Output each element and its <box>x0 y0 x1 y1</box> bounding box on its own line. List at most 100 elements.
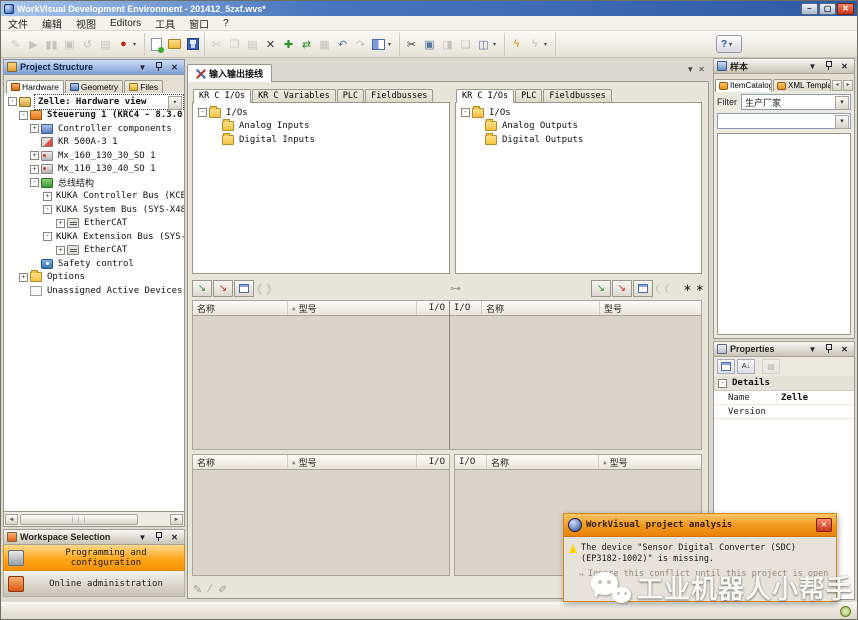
pin-icon[interactable] <box>822 343 835 355</box>
panel-menu-icon[interactable]: ▼ <box>806 60 819 72</box>
layout-columns-button[interactable] <box>370 36 387 53</box>
tree-item[interactable]: +EtherCAT <box>4 217 184 231</box>
group-overflow-icon[interactable]: ▾ <box>493 41 501 48</box>
tree-item[interactable]: -I/Os <box>456 106 701 120</box>
delete-icon[interactable]: ✕ <box>262 36 279 53</box>
expand-icon[interactable]: + <box>56 246 65 255</box>
io-table-top-left[interactable]: 名称 型号 I/O <box>192 300 450 450</box>
open-project-button[interactable] <box>166 36 183 53</box>
scroll-left-icon[interactable]: ◄ <box>5 514 18 525</box>
slash-icon[interactable]: ∕ <box>209 583 211 595</box>
close-button[interactable]: ✕ <box>837 3 854 15</box>
property-row[interactable]: Name Zelle <box>714 391 854 405</box>
menu-window[interactable]: 窗口 <box>182 16 216 30</box>
new-file-button[interactable] <box>148 36 165 53</box>
tab-fieldbusses-right[interactable]: Fieldbusses <box>543 89 611 102</box>
io-table-bottom-left[interactable]: 名称 型号 I/O <box>192 454 450 576</box>
column-type[interactable]: 型号 <box>599 455 701 469</box>
tab-scroll-left-icon[interactable]: ◂ <box>832 80 842 91</box>
collapse-icon[interactable]: - <box>198 108 207 117</box>
disconnect-icon[interactable]: ↘ <box>612 280 632 297</box>
manufacturer-filter-select[interactable]: 生产厂家 <box>741 94 851 110</box>
scrollbar-thumb[interactable]: ❘❘❘ <box>20 514 138 525</box>
signal-icon[interactable]: ❨❨ <box>654 282 672 295</box>
redo-button[interactable]: ↷ <box>352 36 369 53</box>
edit-icon[interactable]: ✎ <box>193 583 202 596</box>
table-view-icon[interactable] <box>234 280 254 297</box>
tree-item[interactable]: Digital Outputs <box>456 133 701 147</box>
alphabetical-sort-icon[interactable]: A↓ <box>737 359 755 374</box>
pin-icon[interactable] <box>152 531 165 543</box>
categorized-view-icon[interactable] <box>717 359 735 374</box>
pause-icon[interactable]: ▮▮ <box>43 36 60 53</box>
tree-item[interactable]: +KUKA Controller Bus (KCB) <box>4 190 184 204</box>
menu-file[interactable]: 文件 <box>1 16 35 30</box>
catalog-list[interactable] <box>717 133 851 335</box>
popup-title-bar[interactable]: WorkVisual project analysis ✕ <box>564 514 836 537</box>
workspace-selection-header[interactable]: Workspace Selection ▼ ✕ <box>3 529 185 545</box>
scroll-right-icon[interactable]: ► <box>170 514 183 525</box>
tree-item[interactable]: Analog Outputs <box>456 120 701 134</box>
column-name[interactable]: 名称 <box>193 455 288 469</box>
table-body[interactable] <box>193 470 449 575</box>
tree-item[interactable]: -KUKA Extension Bus (SYS-X44) <box>4 230 184 244</box>
menu-edit[interactable]: 编辑 <box>35 16 69 30</box>
disconnect-icon[interactable]: ↘ <box>213 280 233 297</box>
tree-item[interactable]: +EtherCAT <box>4 244 184 258</box>
tree-item[interactable]: Safety control <box>4 257 184 271</box>
pen-icon[interactable]: ✎ <box>7 36 24 53</box>
tab-scroll-right-icon[interactable]: ▸ <box>843 80 853 91</box>
table-body[interactable] <box>193 316 449 449</box>
expand-icon[interactable]: + <box>30 151 39 160</box>
property-value[interactable]: Zelle <box>776 393 854 403</box>
panel-menu-icon[interactable]: ▼ <box>806 343 819 355</box>
menu-view[interactable]: 视图 <box>69 16 103 30</box>
tree-item[interactable]: +Mx_160_130_30_SO 1 <box>4 149 184 163</box>
tab-files[interactable]: Files <box>124 80 163 93</box>
column-io[interactable]: I/O <box>455 455 487 469</box>
panel-menu-icon[interactable]: ▼ <box>136 61 149 73</box>
panel-menu-icon[interactable]: ▼ <box>136 531 149 543</box>
deploy-overflow-icon[interactable]: ▾ <box>544 41 552 48</box>
pin-icon[interactable] <box>822 60 835 72</box>
workspace-item-programming[interactable]: Programming and configuration <box>3 545 185 571</box>
tab-xml-templates[interactable]: XML Templat <box>773 79 831 91</box>
refresh-icon[interactable]: ↺ <box>79 36 96 53</box>
collapse-icon[interactable]: - <box>30 178 39 187</box>
copy-icon[interactable]: ❐ <box>226 36 243 53</box>
connect-icon[interactable]: ↘ <box>591 280 611 297</box>
tree-item[interactable]: -总线结构 <box>4 176 184 190</box>
paste-icon[interactable]: ▤ <box>244 36 261 53</box>
doc-menu-icon[interactable]: ▼ <box>686 65 694 74</box>
tab-krc-variables[interactable]: KR C Variables <box>252 89 336 102</box>
swap-icon[interactable]: ⇄ <box>298 36 315 53</box>
column-type[interactable]: 型号 <box>288 301 417 315</box>
maximize-button[interactable]: ▢ <box>819 3 836 15</box>
lock-icon[interactable]: ▣ <box>421 36 438 53</box>
tree-item[interactable]: -Steuerung 1 (KRC4 - 8.3.0) : Acti <box>4 109 184 123</box>
tab-fieldbusses-left[interactable]: Fieldbusses <box>365 89 433 102</box>
popup-close-button[interactable]: ✕ <box>816 518 832 532</box>
connect-icon[interactable]: ↘ <box>192 280 212 297</box>
column-type[interactable]: 型号 <box>600 301 701 315</box>
collapse-icon[interactable]: - <box>43 232 52 241</box>
tree-item[interactable]: Digital Inputs <box>193 133 449 147</box>
tree-item[interactable]: Unassigned Active Devices <box>4 284 184 298</box>
tree-item[interactable]: -I/Os <box>193 106 449 120</box>
record-icon[interactable]: ● <box>115 36 132 53</box>
properties-header[interactable]: Properties ▼ ✕ <box>713 341 855 357</box>
minimize-button[interactable]: – <box>801 3 818 15</box>
table-body[interactable] <box>450 316 701 449</box>
column-io[interactable]: I/O <box>417 455 449 469</box>
pin-icon[interactable] <box>152 61 165 73</box>
pin-up-icon[interactable]: ∗ <box>683 283 691 294</box>
cut-icon[interactable]: ✄ <box>208 36 225 53</box>
tab-hardware[interactable]: Hardware <box>6 80 64 94</box>
layout-dropdown-icon[interactable]: ▾ <box>388 41 396 48</box>
tab-krc-ios-left[interactable]: KR C I/Os <box>193 89 251 103</box>
trash-icon[interactable]: ▤ <box>97 36 114 53</box>
tab-plc-right[interactable]: PLC <box>515 89 542 102</box>
project-structure-header[interactable]: Project Structure ▼ ✕ <box>3 59 185 75</box>
tree-horizontal-scrollbar[interactable]: ◄ ❘❘❘ ► <box>3 512 185 527</box>
workspace-item-online[interactable]: Online administration <box>3 571 185 597</box>
